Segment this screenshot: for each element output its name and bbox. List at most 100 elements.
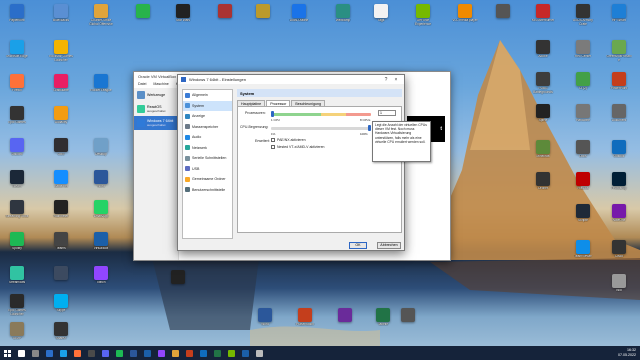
processors-slider[interactable] xyxy=(271,113,371,116)
desktop-icon[interactable] xyxy=(250,4,276,34)
desktop-icon[interactable]: Grafikkarte xyxy=(48,74,74,104)
taskbar-app-button[interactable] xyxy=(42,346,56,360)
desktop-icon[interactable]: Rocket League xyxy=(88,74,114,104)
desktop-icon[interactable]: Hardware xyxy=(570,104,596,134)
cpu-cap-slider[interactable] xyxy=(271,127,371,130)
desktop-icon[interactable]: Bild xyxy=(606,274,632,304)
nav-item[interactable]: Gemeinsame Ordner xyxy=(183,174,232,185)
desktop-icon[interactable]: VirtualBox xyxy=(88,232,114,262)
taskbar-app-button[interactable] xyxy=(98,346,112,360)
desktop-icon[interactable]: Streaming Tools xyxy=(4,200,30,230)
desktop-icon[interactable]: HP Smart xyxy=(606,4,632,34)
desktop-icon[interactable]: Papierkorb xyxy=(4,4,30,34)
desktop-icon[interactable]: Discord xyxy=(4,138,30,168)
desktop-icon[interactable]: FileZilla xyxy=(570,172,596,202)
tab-motherboard[interactable]: Hauptplatine xyxy=(237,100,266,106)
desktop-icon[interactable]: Photoshop xyxy=(606,172,632,202)
processors-slider-thumb[interactable] xyxy=(271,111,274,117)
taskbar-app-button[interactable] xyxy=(126,346,140,360)
nav-item[interactable]: Anzeige xyxy=(183,111,232,122)
desktop-icon[interactable]: Cisco xyxy=(606,240,632,270)
nav-item[interactable]: Audio xyxy=(183,132,232,143)
desktop-icon[interactable]: Desktop xyxy=(88,138,114,168)
help-icon[interactable]: ? xyxy=(381,77,391,83)
nav-item[interactable]: USB xyxy=(183,164,232,175)
desktop-icon[interactable]: Webcamp xyxy=(330,4,356,34)
desktop-icon[interactable]: Twitch xyxy=(88,266,114,296)
desktop-icon[interactable]: Tabelle xyxy=(370,308,396,338)
taskbar-app-button[interactable] xyxy=(210,346,224,360)
vm-item-tools[interactable]: Werkzeuge xyxy=(134,88,178,102)
taskbar-app-button[interactable] xyxy=(28,346,42,360)
nav-item[interactable]: Benutzerschnittstelle xyxy=(183,185,232,196)
desktop-icon[interactable]: Skype xyxy=(48,294,74,324)
desktop-icon[interactable] xyxy=(165,270,191,300)
menu-file[interactable]: Datei xyxy=(138,82,146,86)
desktop-icon[interactable]: Epic Games xyxy=(4,106,30,136)
desktop-icon[interactable]: Rec Center xyxy=(570,40,596,70)
taskbar-app-button[interactable] xyxy=(238,346,252,360)
checkbox-box[interactable] xyxy=(271,145,275,149)
cancel-button[interactable]: Abbrechen xyxy=(377,242,401,249)
desktop-icon[interactable]: Star Wars xyxy=(170,4,196,34)
taskbar-app-button[interactable] xyxy=(14,346,28,360)
desktop-icon[interactable]: Rainmeter xyxy=(48,200,74,230)
taskbar-app-button[interactable] xyxy=(182,346,196,360)
desktop-icon[interactable]: Docs xyxy=(570,140,596,170)
ok-button[interactable]: OK xyxy=(349,242,367,249)
taskbar-app-button[interactable] xyxy=(112,346,126,360)
desktop-icon[interactable]: Word xyxy=(252,308,278,338)
desktop-icon[interactable]: GeForce Experience xyxy=(410,4,436,34)
nav-item[interactable]: System xyxy=(183,100,232,111)
desktop-icon[interactable]: Adobe xyxy=(530,40,556,70)
nav-item[interactable]: Serielle Schnittstellen xyxy=(183,153,232,164)
desktop-icon[interactable]: Firefox xyxy=(4,74,30,104)
nested-vtx-checkbox[interactable]: Nested VT-x/AMD-V aktivieren xyxy=(271,145,324,149)
desktop-icon[interactable]: BlueStacks xyxy=(48,4,74,34)
desktop-icon[interactable]: MSI Afterburner xyxy=(530,4,556,34)
desktop-icon[interactable]: Outlook xyxy=(606,140,632,170)
close-icon[interactable]: × xyxy=(391,77,401,83)
desktop-icon[interactable]: Streamlabs xyxy=(4,266,30,296)
desktop-icon[interactable]: Spiele xyxy=(530,104,556,134)
desktop-icon[interactable] xyxy=(395,308,421,338)
desktop-icon[interactable]: Tags xyxy=(368,4,394,34)
desktop-icon[interactable] xyxy=(332,308,358,338)
tab-acceleration[interactable]: Beschleunigung xyxy=(291,100,325,106)
desktop-icon[interactable] xyxy=(490,4,516,34)
vm-item-reactos[interactable]: ReactOS ausgeschaltet xyxy=(134,102,178,116)
desktop-icon[interactable]: Dokument xyxy=(606,104,632,134)
desktop-icon[interactable]: Rockstar Games Launcher xyxy=(48,40,74,70)
desktop-icon[interactable]: Cl (2) xyxy=(570,72,596,102)
taskbar-app-button[interactable] xyxy=(168,346,182,360)
desktop-icon[interactable]: ASUS Armory Crate xyxy=(570,4,596,34)
desktop-icon[interactable]: Teams xyxy=(48,232,74,262)
taskbar-app-button[interactable] xyxy=(140,346,154,360)
desktop-icon[interactable]: VLC media player xyxy=(452,4,478,34)
vm-item-windows7[interactable]: Windows 7 64bit ausgeschaltet xyxy=(134,116,178,130)
desktop-icon[interactable]: Spotify xyxy=(4,232,30,262)
taskbar-app-button[interactable] xyxy=(252,346,266,360)
desktop-icon[interactable]: Ordner xyxy=(530,172,556,202)
desktop-icon[interactable]: Minecraft xyxy=(530,140,556,170)
cpu-cap-slider-thumb[interactable] xyxy=(368,125,371,131)
desktop-icon[interactable]: OBS xyxy=(48,138,74,168)
desktop-icon[interactable]: Skripte xyxy=(570,204,596,234)
desktop-icon[interactable] xyxy=(48,266,74,296)
desktop-icon[interactable]: Steam xyxy=(4,170,30,200)
nav-item[interactable]: Allgemein xyxy=(183,90,232,101)
checkbox-box[interactable] xyxy=(271,138,275,142)
tab-processor[interactable]: Prozessor xyxy=(266,100,291,106)
desktop-icon[interactable]: Docs-Outline xyxy=(286,4,312,34)
processors-spinbox[interactable]: 1 xyxy=(378,110,396,116)
nav-item[interactable]: Massenspeicher xyxy=(183,122,232,133)
desktop-icon[interactable]: Battle.net xyxy=(48,170,74,200)
desktop-icon[interactable]: Präsentation xyxy=(292,308,318,338)
desktop-icon[interactable] xyxy=(212,4,238,34)
taskbar-app-button[interactable] xyxy=(224,346,238,360)
desktop-icon[interactable]: Microsoft Edge xyxy=(4,40,30,70)
pae-checkbox[interactable]: PAE/NX aktivieren xyxy=(271,138,306,142)
menu-machine[interactable]: Maschine xyxy=(153,82,168,86)
desktop-icon[interactable]: Audacity xyxy=(48,106,74,136)
desktop-icon[interactable]: Word xyxy=(88,170,114,200)
